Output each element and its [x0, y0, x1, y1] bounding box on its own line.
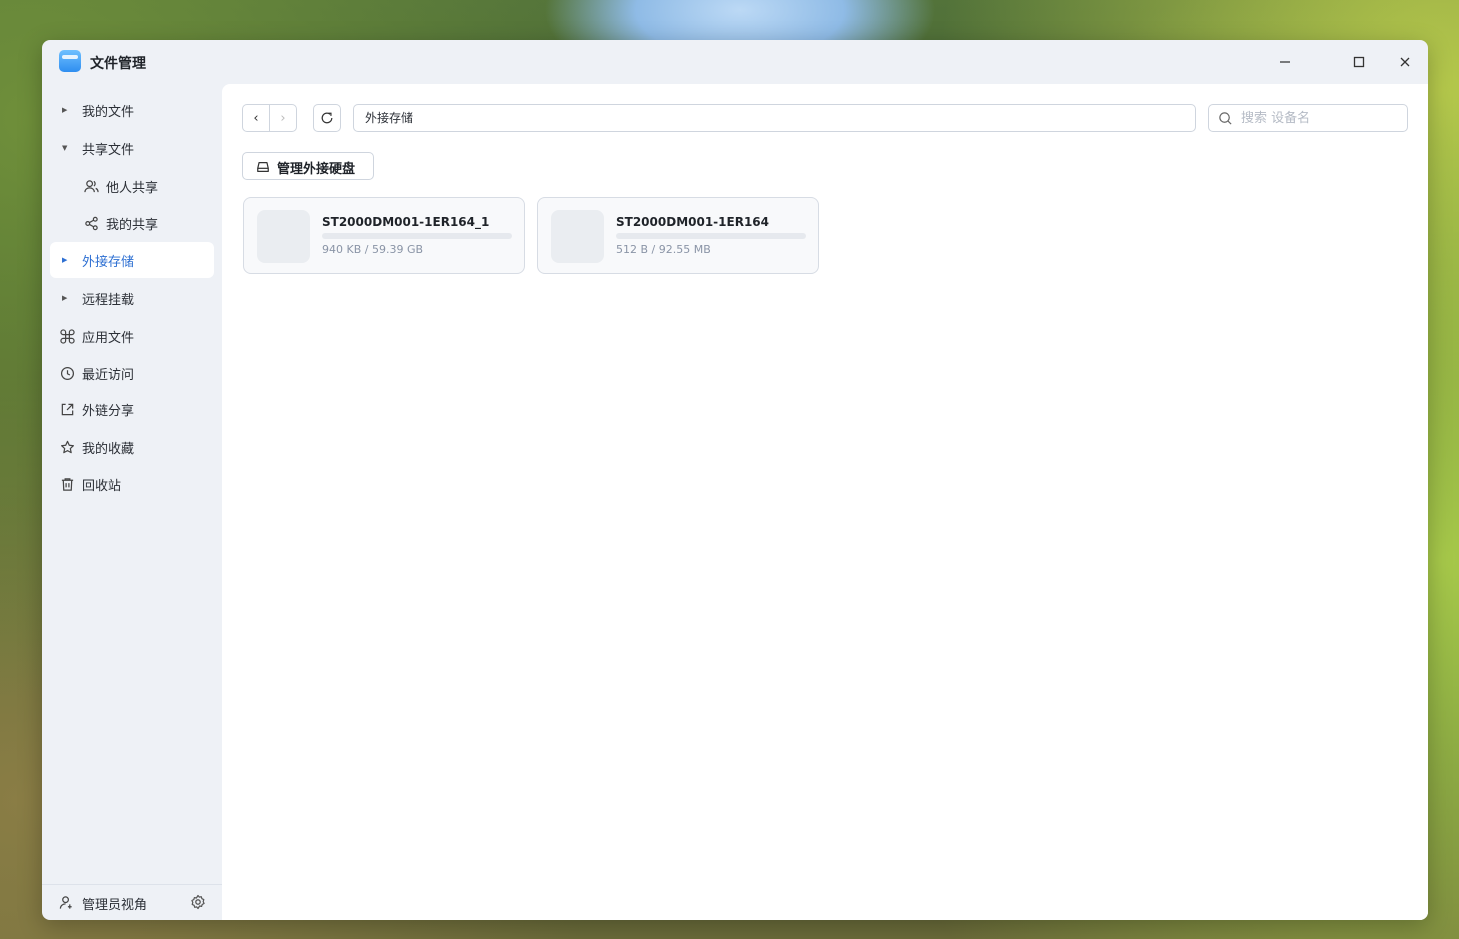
device-name: ST2000DM001-1ER164_1: [322, 215, 490, 229]
chevron-left-icon: ‹: [253, 110, 259, 126]
external-share-icon: [59, 401, 75, 417]
manage-external-disks-button[interactable]: 管理外接硬盘: [242, 152, 374, 180]
caret-down-icon[interactable]: ▼: [62, 144, 67, 152]
path-breadcrumb[interactable]: 外接存储: [353, 104, 1196, 132]
sidebar-item-label: 外接存储: [82, 254, 135, 270]
drive-thumbnail: [257, 210, 310, 263]
sidebar-item-label: 我的文件: [82, 104, 135, 120]
sidebar-item-label: 回收站: [82, 478, 122, 494]
sidebar-item-my-files[interactable]: ▶ 我的文件: [50, 92, 214, 128]
caret-right-icon[interactable]: ▶: [62, 294, 67, 302]
sidebar: ▶ 我的文件 ▼ 共享文件 他人共享 我的共享 ▶ 外接存储 ▶ 远程挂载 应用…: [42, 84, 222, 920]
sidebar-item-label: 远程挂载: [82, 292, 135, 308]
titlebar: 文件管理: [42, 40, 1428, 84]
clock-icon: [59, 365, 75, 381]
device-card[interactable]: ST2000DM001-1ER164 512 B / 92.55 MB: [537, 197, 819, 274]
star-icon: [59, 439, 75, 455]
manage-button-label: 管理外接硬盘: [277, 162, 356, 177]
refresh-button[interactable]: [313, 104, 341, 132]
admin-view-toggle[interactable]: 管理员视角: [82, 894, 147, 913]
sidebar-item-label: 他人共享: [106, 180, 159, 196]
usage-bar: [616, 233, 806, 239]
sidebar-item-link-share[interactable]: 外链分享: [50, 391, 214, 427]
chevron-right-icon: ›: [280, 110, 286, 126]
usage-bar: [322, 233, 512, 239]
sidebar-item-remote-mount[interactable]: ▶ 远程挂载: [50, 280, 214, 316]
sidebar-item-shared-files[interactable]: ▼ 共享文件: [50, 130, 214, 166]
gear-icon[interactable]: [190, 894, 206, 914]
device-size: 940 KB / 59.39 GB: [322, 243, 424, 256]
sidebar-item-label: 应用文件: [82, 330, 135, 346]
search-box[interactable]: [1208, 104, 1408, 132]
command-icon: [59, 328, 75, 344]
history-nav: ‹ ›: [242, 104, 297, 132]
close-button[interactable]: [1394, 51, 1416, 73]
admin-user-icon: [59, 895, 74, 914]
share-icon: [83, 215, 99, 231]
sidebar-item-my-shares[interactable]: 我的共享: [50, 205, 214, 241]
sidebar-item-recycle-bin[interactable]: 回收站: [50, 466, 214, 502]
sidebar-item-label: 共享文件: [82, 142, 135, 158]
main-content: ‹ › 外接存储 管理外接硬盘 ST2000DM001-1ER164_1 940…: [222, 84, 1428, 920]
minimize-button[interactable]: [1274, 51, 1296, 73]
sidebar-item-shared-with-me[interactable]: 他人共享: [50, 168, 214, 204]
sidebar-item-app-files[interactable]: 应用文件: [50, 318, 214, 354]
search-input[interactable]: [1241, 108, 1401, 128]
maximize-button[interactable]: [1348, 51, 1370, 73]
users-icon: [83, 178, 99, 194]
search-icon: [1218, 111, 1233, 130]
file-manager-window: 文件管理 ▶ 我的文件 ▼ 共享文件 他人共享 我的共享 ▶ 外接存储 ▶ 远程…: [42, 40, 1428, 920]
device-card[interactable]: ST2000DM001-1ER164_1 940 KB / 59.39 GB: [243, 197, 525, 274]
trash-icon: [59, 476, 75, 492]
device-size: 512 B / 92.55 MB: [616, 243, 711, 256]
minimize-icon: [1280, 61, 1290, 63]
back-button[interactable]: ‹: [243, 105, 269, 131]
sidebar-item-label: 我的收藏: [82, 441, 135, 457]
sidebar-item-label: 最近访问: [82, 367, 135, 383]
sidebar-item-label: 我的共享: [106, 217, 159, 233]
drive-thumbnail: [551, 210, 604, 263]
caret-right-icon[interactable]: ▶: [62, 256, 67, 264]
sidebar-item-favorites[interactable]: 我的收藏: [50, 429, 214, 465]
sidebar-footer: 管理员视角: [42, 884, 222, 920]
sidebar-item-label: 外链分享: [82, 403, 135, 419]
close-icon: [1400, 57, 1410, 67]
sidebar-item-external-storage[interactable]: ▶ 外接存储: [50, 242, 214, 278]
drive-icon: [256, 160, 270, 178]
app-title: 文件管理: [90, 56, 146, 72]
forward-button[interactable]: ›: [270, 105, 296, 131]
device-name: ST2000DM001-1ER164: [616, 215, 769, 229]
refresh-icon: [321, 112, 333, 124]
sidebar-item-recent[interactable]: 最近访问: [50, 355, 214, 391]
caret-right-icon[interactable]: ▶: [62, 106, 67, 114]
app-folder-icon: [59, 50, 81, 72]
maximize-icon: [1353, 56, 1365, 68]
